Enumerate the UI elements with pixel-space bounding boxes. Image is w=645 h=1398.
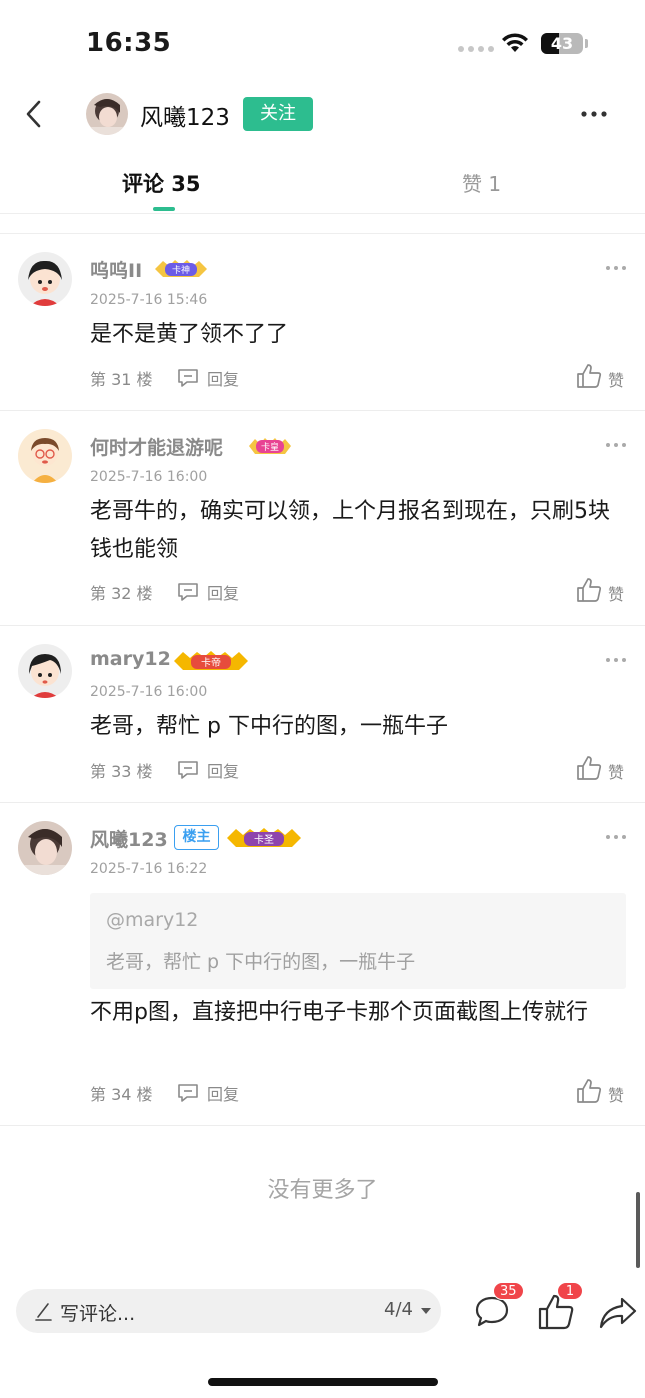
post-header: 风曦123 关注	[0, 88, 645, 140]
comment-username[interactable]: 呜呜II	[90, 256, 142, 283]
rank-badge-label: 卡皇	[261, 441, 279, 453]
reply-label: 回复	[207, 584, 240, 603]
comment-text: 是不是黄了领不了了	[90, 322, 289, 347]
floor-number: 第 31 楼	[90, 370, 153, 389]
comment-input[interactable]: 写评论... 4/4	[16, 1289, 441, 1333]
tab-bar: 评论 35 赞 1	[0, 160, 645, 214]
comment-time: 2025-7-16 16:00	[90, 469, 208, 485]
comment-item: 风曦123 楼主 卡圣 2025-7-16 16:22 @mary12 老哥，帮…	[0, 803, 645, 1126]
reply-label: 回复	[207, 762, 240, 781]
more-icon[interactable]	[604, 656, 628, 664]
status-bar: 16:35 43	[0, 0, 645, 88]
quoted-username: @mary12	[106, 909, 199, 931]
more-icon[interactable]	[604, 441, 628, 449]
active-tab-indicator	[153, 207, 175, 211]
comment-text: 老哥，帮忙 p 下中行的图，一瓶牛子	[90, 714, 448, 739]
owner-badge: 楼主	[174, 825, 219, 850]
rank-badge-icon: 卡帝	[174, 651, 248, 670]
thumbs-up-icon	[577, 1079, 602, 1103]
comment-item: 何时才能退游呢 卡皇 2025-7-16 16:00 老哥牛的，确实可以领，上个…	[0, 411, 645, 626]
like-button[interactable]: 赞	[576, 1078, 636, 1108]
floor-number: 第 34 楼	[90, 1085, 153, 1104]
more-icon[interactable]	[578, 102, 610, 126]
comment-footer: 第 34 楼 回复 赞	[90, 1078, 630, 1108]
rank-badge-icon: 卡神	[155, 260, 207, 277]
comment-footer: 第 32 楼 回复 赞	[90, 577, 630, 607]
more-icon[interactable]	[604, 833, 628, 841]
comment-item: mary12 卡帝 2025-7-16 16:00 老哥，帮忙 p 下中行的图，…	[0, 626, 645, 803]
battery-tip	[585, 39, 588, 48]
battery-level: 43	[550, 34, 574, 53]
reply-label: 回复	[207, 1085, 240, 1104]
pen-icon	[35, 1303, 52, 1321]
thumbs-up-icon	[577, 578, 602, 602]
quoted-comment[interactable]: @mary12 老哥，帮忙 p 下中行的图，一瓶牛子	[90, 893, 626, 989]
cellular-signal-icon	[458, 46, 494, 52]
rank-badge-label: 卡神	[172, 264, 190, 276]
like-count-badge: 1	[557, 1282, 583, 1300]
comment-count-badge: 35	[493, 1282, 524, 1300]
thumbs-up-icon	[577, 364, 602, 388]
rank-badge-icon: 卡皇	[249, 438, 291, 454]
like-label: 赞	[608, 585, 625, 604]
reply-icon	[178, 761, 198, 779]
scrollbar[interactable]	[636, 1192, 640, 1268]
avatar[interactable]	[18, 821, 72, 875]
reply-icon	[178, 1084, 198, 1102]
comment-footer: 第 31 楼 回复 赞	[90, 363, 630, 393]
comment-time: 2025-7-16 16:22	[90, 861, 208, 877]
comment-text: 不用p图，直接把中行电子卡那个页面截图上传就行	[90, 1000, 588, 1025]
reply-icon	[178, 369, 198, 387]
thumbs-up-icon	[577, 756, 602, 780]
reply-label: 回复	[207, 370, 240, 389]
floor-number: 第 33 楼	[90, 762, 153, 781]
rank-badge-label: 卡帝	[201, 656, 221, 669]
rank-badge-icon: 卡圣	[227, 828, 301, 847]
more-icon[interactable]	[604, 264, 628, 272]
comment-username[interactable]: 何时才能退游呢	[90, 433, 223, 460]
battery-icon: 43	[541, 33, 583, 54]
status-time: 16:35	[86, 28, 172, 58]
comment-username[interactable]: 风曦123	[90, 825, 168, 852]
reply-icon	[178, 583, 198, 601]
end-of-list-text: 没有更多了	[267, 1178, 378, 1203]
share-icon[interactable]	[598, 1295, 638, 1331]
quoted-text: 老哥，帮忙 p 下中行的图，一瓶牛子	[106, 951, 416, 973]
author-name[interactable]: 风曦123	[140, 98, 230, 132]
wifi-icon	[502, 33, 528, 52]
comment-text: 老哥牛的，确实可以领，上个月报名到现在，只刷5块钱也能领	[90, 499, 610, 562]
caret-down-icon[interactable]	[421, 1308, 431, 1314]
avatar[interactable]	[18, 429, 72, 483]
comment-time: 2025-7-16 16:00	[90, 684, 208, 700]
tab-comments[interactable]: 评论 35	[122, 168, 201, 198]
back-button[interactable]	[20, 96, 50, 132]
like-button[interactable]: 赞	[576, 363, 636, 393]
comment-input-placeholder: 写评论...	[60, 1303, 136, 1325]
avatar[interactable]	[18, 252, 72, 306]
page-selector[interactable]: 4/4	[384, 1299, 413, 1320]
rank-badge-label: 卡圣	[254, 833, 274, 846]
like-label: 赞	[608, 1086, 625, 1105]
comment-time: 2025-7-16 15:46	[90, 292, 208, 308]
like-label: 赞	[608, 763, 625, 782]
comment-item: 呜呜II 卡神 2025-7-16 15:46 是不是黄了领不了了 第 31 楼…	[0, 234, 645, 411]
tab-likes[interactable]: 赞 1	[462, 168, 501, 197]
avatar[interactable]	[18, 644, 72, 698]
follow-button[interactable]: 关注	[243, 97, 313, 131]
avatar[interactable]	[86, 93, 128, 135]
like-button[interactable]: 赞	[576, 755, 636, 785]
like-button[interactable]: 赞	[576, 577, 636, 607]
home-indicator	[208, 1378, 438, 1386]
like-label: 赞	[608, 371, 625, 390]
comment-footer: 第 33 楼 回复 赞	[90, 755, 630, 785]
floor-number: 第 32 楼	[90, 584, 153, 603]
comment-username[interactable]: mary12	[90, 648, 171, 670]
